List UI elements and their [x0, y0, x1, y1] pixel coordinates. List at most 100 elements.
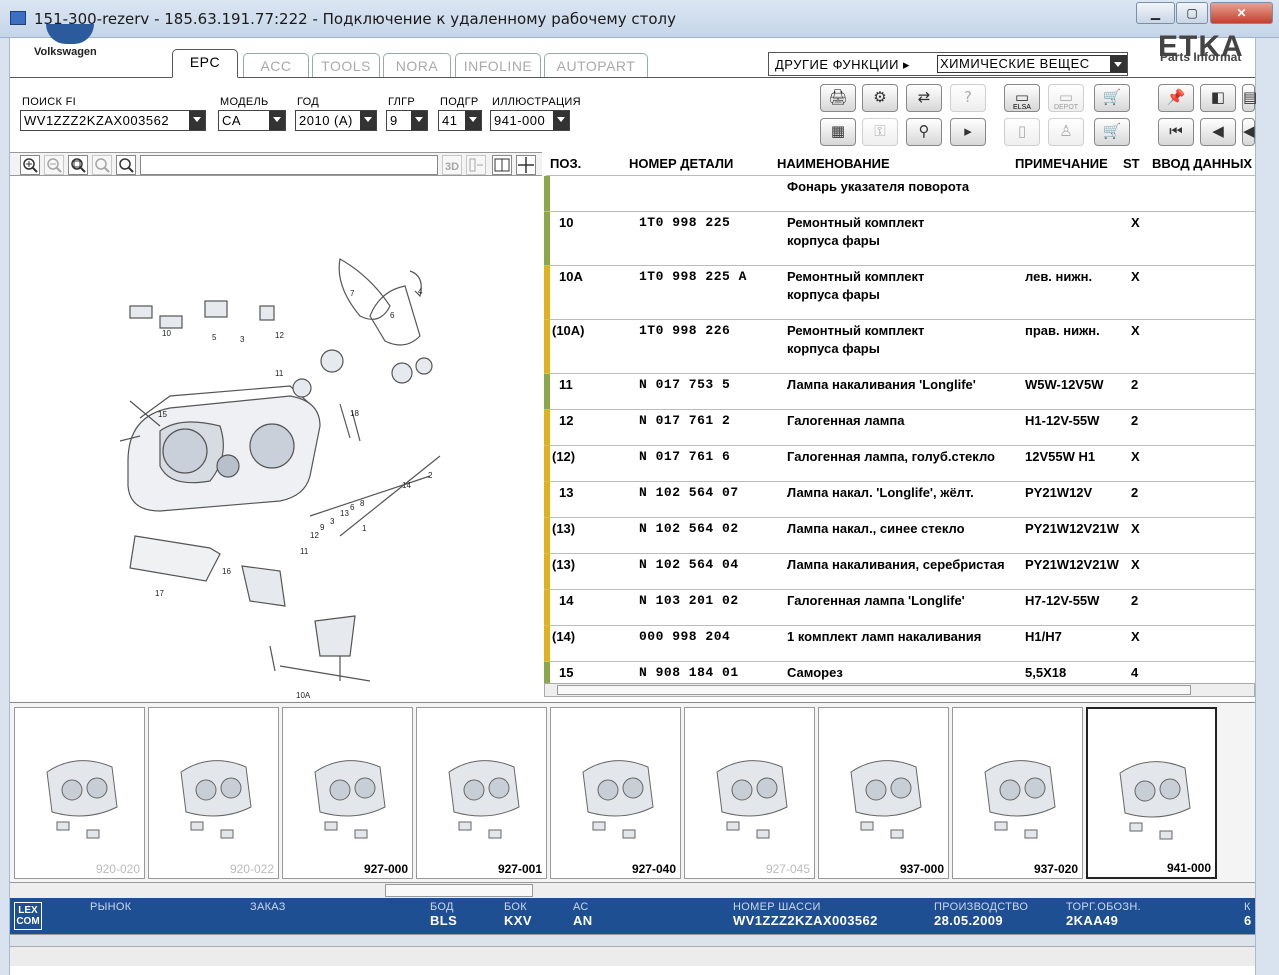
minimize-button[interactable]: ▁ [1136, 2, 1175, 24]
table-row[interactable]: 12 N 017 761 2 Галогенная лампа H1-12V-55W 2 [544, 410, 1255, 446]
maximize-button[interactable]: ▢ [1176, 2, 1208, 24]
prev-icon[interactable]: ◀ [1242, 118, 1255, 146]
row-status-bar [544, 374, 550, 409]
vehicle-icon[interactable]: ⚲ [906, 118, 942, 146]
pin-icon[interactable]: 📌 [1158, 84, 1194, 112]
thumbnail-941-000[interactable]: 941-000 [1086, 707, 1217, 879]
depot-icon[interactable]: ▭ DEPOT [1048, 84, 1084, 112]
other-functions-select[interactable]: ХИМИЧЕСКИЕ ВЕЩЕС [937, 55, 1127, 73]
chevron-down-icon[interactable] [411, 111, 427, 130]
k-label: К [1244, 901, 1251, 913]
col-note[interactable]: ПРИМЕЧАНИЕ [1015, 156, 1108, 171]
tab-nora[interactable]: NORA [383, 53, 451, 77]
chassis-value: WV1ZZZ2KZAX003562 [733, 913, 878, 928]
year-select[interactable]: 2010 (A) [295, 110, 377, 131]
table-row[interactable]: (13) N 102 564 04 Лампа накаливания, сереб… [544, 554, 1255, 590]
sub-group-select[interactable]: 41 [438, 110, 482, 131]
model-label: МОДЕЛЬ [220, 96, 269, 108]
model-select[interactable]: CA [218, 110, 286, 131]
search-fi-field[interactable]: WV1ZZZ2KZAX003562 [20, 110, 206, 131]
thumbnail-927-045[interactable]: 927-045 [684, 707, 815, 879]
exchange-icon[interactable]: ⇄ [906, 84, 942, 112]
thumbnail-927-001[interactable]: 927-001 [416, 707, 547, 879]
table-row[interactable]: (10A) 1T0 998 226 Ремонтный комплект прав. … [544, 320, 1255, 374]
col-pos[interactable]: ПОЗ. [550, 156, 581, 171]
table-row[interactable]: 13 N 102 564 07 Лампа накал. 'Longlife', ж… [544, 482, 1255, 518]
thumbnail-937-000[interactable]: 937-000 [818, 707, 949, 879]
tab-tools[interactable]: TOOLS [312, 53, 380, 77]
chevron-down-icon[interactable] [1110, 56, 1126, 72]
window-horizontal-scrollbar[interactable] [10, 946, 1255, 966]
chevron-down-icon[interactable] [360, 111, 376, 130]
tab-acc[interactable]: ACC [243, 53, 309, 77]
thumbnail-927-000[interactable]: 927-000 [282, 707, 413, 879]
thumbnail-920-020[interactable]: 920-020 [14, 707, 145, 879]
thumbnails-scrollbar[interactable] [10, 882, 1255, 898]
add-grid-icon[interactable] [466, 155, 486, 175]
row-status-bar [544, 410, 550, 445]
window-scrollbar-right[interactable] [1255, 38, 1279, 975]
col-part-no[interactable]: НОМЕР ДЕТАЛИ [629, 156, 733, 171]
table-row[interactable]: (13) N 102 564 02 Лампа накал., синее стек… [544, 518, 1255, 554]
thumbnail-927-040[interactable]: 927-040 [550, 707, 681, 879]
zoom-out-icon[interactable] [44, 155, 64, 175]
thumbnails-scroll-thumb[interactable] [385, 884, 533, 897]
question-icon[interactable]: ? [950, 84, 986, 112]
tab-epc[interactable]: EPC [172, 49, 238, 78]
zoom-fit-icon[interactable] [68, 155, 88, 175]
thumbnail-drawing [46, 760, 118, 839]
close-button[interactable]: ✕ [1210, 2, 1273, 24]
split-view-icon[interactable] [492, 155, 512, 175]
col-data[interactable]: ВВОД ДАННЫХ [1152, 156, 1252, 171]
parts-illustration[interactable]: 746 10 5 3 12 11 15 18 14 2 1 11 12 9 3 13 6 8 16 17… [10, 176, 542, 700]
table-icon[interactable]: ▦ [820, 118, 856, 146]
chevron-down-icon[interactable] [553, 111, 569, 130]
col-name[interactable]: НАИМЕНОВАНИЕ [777, 156, 890, 171]
cart-icon[interactable]: 🛒 [1094, 84, 1130, 112]
table-row[interactable]: 11 N 017 753 5 Лампа накаливания 'Longlife… [544, 374, 1255, 410]
chevron-down-icon[interactable] [465, 111, 481, 130]
main-group-select[interactable]: 9 [386, 110, 428, 131]
other-functions[interactable]: ДРУГИЕ ФУНКЦИИ ▸ ХИМИЧЕСКИЕ ВЕЩЕС [768, 52, 1128, 76]
search-icon[interactable] [116, 155, 136, 175]
table-row[interactable]: 10A 1T0 998 225 A Ремонтный комплект лев. н… [544, 266, 1255, 320]
list-back-icon[interactable]: ◧ [1200, 84, 1236, 112]
table-row[interactable]: 14 N 103 201 02 Галогенная лампа 'Longlife… [544, 590, 1255, 626]
person-icon[interactable]: ♙ [1048, 118, 1084, 146]
table-row[interactable]: (12) N 017 761 6 Галогенная лампа, голуб.с… [544, 446, 1255, 482]
grid-horizontal-scrollbar[interactable] [544, 683, 1255, 697]
production-label: ПРОИЗВОДСТВО [934, 901, 1029, 913]
tab-infoline[interactable]: INFOLINE [455, 53, 541, 77]
bod-label: БОД [430, 901, 454, 913]
table-row[interactable]: Фонарь указателя поворота [544, 176, 1255, 212]
crosshair-icon[interactable] [516, 155, 536, 175]
svg-text:10: 10 [162, 329, 171, 338]
notes-icon[interactable]: ▤ [1242, 84, 1257, 112]
table-row[interactable]: 15 N 908 184 01 Саморез 5,5X18 4 [544, 662, 1255, 685]
3d-view-icon[interactable]: 3D [442, 155, 462, 175]
table-row[interactable]: 10 1T0 998 225 Ремонтный комплект Xкорпуса … [544, 212, 1255, 266]
cart-add-icon[interactable]: 🛒 [1094, 118, 1130, 146]
grid-scroll-thumb[interactable] [557, 685, 1191, 695]
thumbnail-937-020[interactable]: 937-020 [952, 707, 1083, 879]
col-st[interactable]: ST [1123, 156, 1140, 171]
print-icon[interactable]: 🖨 [820, 84, 856, 112]
illustration-search-input[interactable] [140, 155, 438, 175]
step-icon[interactable]: ▸ [950, 118, 986, 146]
prev-page-icon[interactable]: ◀ [1200, 118, 1236, 146]
zoom-in-icon[interactable] [20, 155, 40, 175]
device-icon[interactable]: ▯ [1004, 118, 1040, 146]
cell-name-line2: корпуса фары [787, 341, 880, 356]
table-row[interactable]: (14) 000 998 204 1 комплект ламп накаливан… [544, 626, 1255, 662]
elsa-icon[interactable]: ▭ ELSA [1004, 84, 1040, 112]
parts-icon[interactable]: ⚙ [862, 84, 898, 112]
svg-text:11: 11 [300, 547, 309, 556]
key-icon[interactable]: ⚿ [862, 118, 898, 146]
chevron-down-icon[interactable] [269, 111, 285, 130]
zoom-area-icon[interactable] [92, 155, 112, 175]
chevron-down-icon[interactable] [189, 111, 205, 130]
illustration-select[interactable]: 941-000 [490, 110, 570, 131]
first-page-icon[interactable]: ⏮ [1158, 118, 1194, 146]
tab-autopart[interactable]: AUTOPART [544, 53, 648, 77]
thumbnail-920-022[interactable]: 920-022 [148, 707, 279, 879]
